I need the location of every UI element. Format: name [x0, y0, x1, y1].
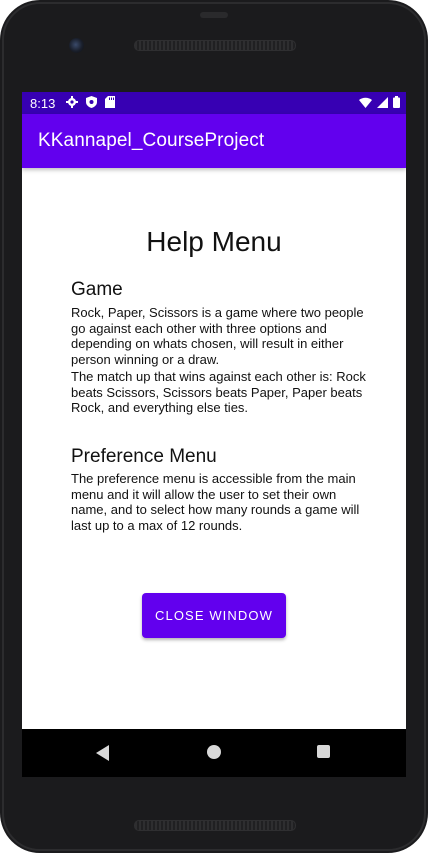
gear-icon	[66, 96, 78, 108]
home-icon[interactable]	[207, 745, 221, 759]
battery-icon	[393, 96, 400, 108]
device-screen: 8:13 KKannapel_CourseProject Help Menu G…	[22, 92, 406, 729]
page-title: Help Menu	[146, 226, 282, 257]
preference-description: The preference menu is accessible from t…	[71, 471, 360, 533]
recents-icon[interactable]	[317, 745, 330, 758]
sd-card-icon	[105, 96, 115, 108]
top-speaker	[134, 40, 296, 51]
back-icon[interactable]	[96, 745, 109, 761]
front-camera	[69, 38, 84, 53]
shield-icon	[86, 96, 97, 108]
game-matchups: The match up that wins against each othe…	[71, 369, 366, 415]
status-icons-right	[359, 96, 400, 108]
navigation-bar	[22, 729, 406, 777]
signal-icon	[377, 96, 388, 108]
phone-frame: 8:13 KKannapel_CourseProject Help Menu G…	[0, 0, 428, 853]
app-title: KKannapel_CourseProject	[38, 130, 265, 151]
top-notch	[200, 12, 228, 18]
preference-heading: Preference Menu	[71, 446, 217, 467]
status-icons-left	[66, 96, 115, 108]
wifi-icon	[359, 97, 372, 108]
status-time: 8:13	[30, 96, 56, 111]
app-bar: KKannapel_CourseProject	[22, 114, 406, 168]
status-bar: 8:13	[22, 92, 406, 114]
bottom-speaker	[134, 820, 296, 831]
game-heading: Game	[71, 279, 123, 300]
game-description: Rock, Paper, Scissors is a game where tw…	[71, 305, 364, 367]
close-window-button[interactable]: CLOSE WINDOW	[142, 593, 286, 638]
